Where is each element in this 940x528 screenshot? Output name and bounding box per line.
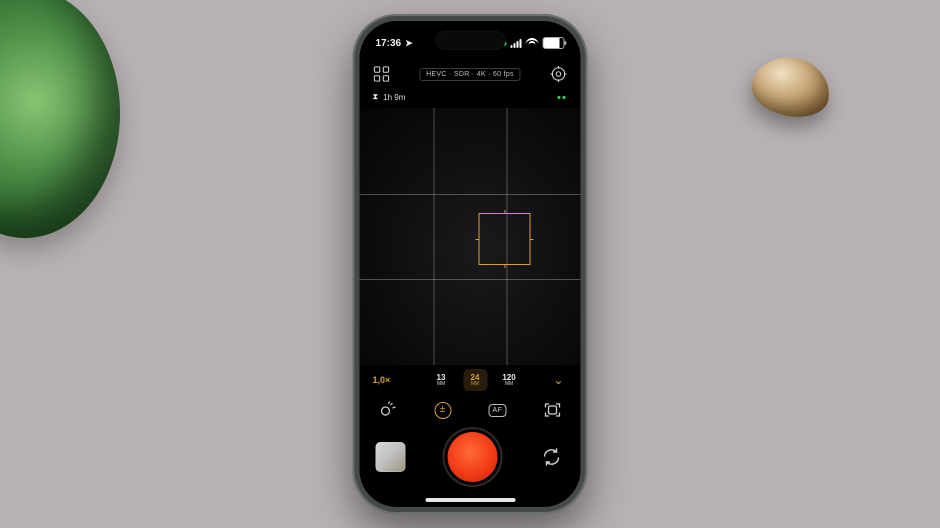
level-indicator-icon	[558, 96, 566, 99]
shell-prop	[748, 52, 835, 123]
grid-line	[360, 279, 581, 280]
format-badge[interactable]: HEVC · SDR · 4K · 60 fps	[419, 68, 521, 81]
chevron-down-icon[interactable]: ⌄	[550, 373, 568, 387]
cellular-icon	[511, 39, 522, 48]
remaining-time-label: 1h 9m	[383, 93, 405, 102]
lens-13mm[interactable]: 13 MM	[429, 369, 453, 391]
remaining-row: ⧗ 1h 9m	[360, 88, 581, 108]
grid-line	[360, 194, 581, 195]
lens-24mm[interactable]: 24 MM	[463, 369, 487, 391]
grid-line	[433, 108, 434, 365]
clock-label: 17:36	[376, 38, 402, 49]
record-button[interactable]	[447, 432, 497, 482]
hourglass-icon: ⧗	[373, 92, 379, 102]
focus-reticle[interactable]	[479, 213, 531, 265]
photo-scene: 17:36 ➤ HEVC	[0, 0, 940, 528]
status-left: 17:36 ➤	[376, 38, 413, 49]
dynamic-island	[435, 31, 505, 50]
battery-icon	[543, 37, 565, 49]
camera-flip-icon[interactable]	[539, 444, 565, 470]
zoom-readout[interactable]: 1,0×	[373, 375, 401, 385]
iphone-frame: 17:36 ➤ HEVC	[353, 14, 588, 514]
lens-120mm[interactable]: 120 MM	[497, 369, 521, 391]
viewfinder[interactable]	[360, 108, 581, 365]
tool-row: AF	[360, 395, 581, 425]
home-indicator[interactable]	[360, 493, 581, 507]
status-right	[498, 37, 565, 49]
exposure-compensation-icon[interactable]	[431, 399, 455, 421]
qr-library-icon[interactable]	[373, 65, 391, 83]
phone-screen: 17:36 ➤ HEVC	[360, 21, 581, 507]
stabilization-icon[interactable]	[541, 399, 565, 421]
lens-group: 13 MM 24 MM 120 MM	[409, 369, 542, 391]
app-header: HEVC · SDR · 4K · 60 fps	[360, 60, 581, 88]
settings-icon[interactable]	[550, 65, 568, 83]
wifi-icon	[526, 38, 539, 48]
last-capture-thumbnail[interactable]	[376, 442, 406, 472]
autofocus-button[interactable]: AF	[486, 399, 510, 421]
location-icon: ➤	[405, 38, 413, 49]
shutter-row	[360, 425, 581, 493]
plant-prop	[0, 0, 120, 238]
torch-icon[interactable]	[376, 399, 400, 421]
lens-row: 1,0× 13 MM 24 MM 120 MM ⌄	[360, 365, 581, 395]
